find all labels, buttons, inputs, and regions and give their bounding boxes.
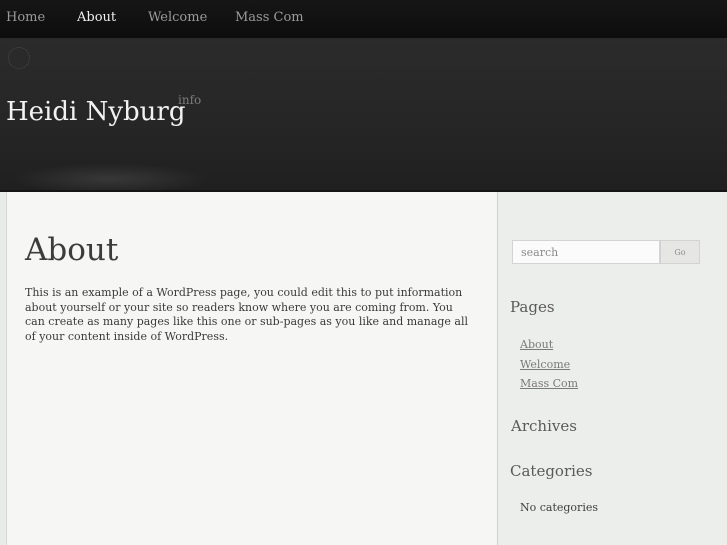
search-go-button[interactable]: Go [660, 240, 700, 264]
nav-item-about[interactable]: About [77, 10, 116, 25]
sidebar-link-mass-com[interactable]: Mass Com [520, 377, 578, 390]
no-categories-text: No categories [520, 501, 598, 514]
nav-item-home[interactable]: Home [6, 10, 45, 25]
nav-item-mass-com[interactable]: Mass Com [235, 10, 304, 25]
site-title[interactable]: Heidi Nyburg [6, 97, 186, 127]
sidebar: Go Pages About Welcome Mass Com Archives… [498, 192, 727, 545]
sidebar-link-about[interactable]: About [520, 338, 553, 351]
nav-item-welcome[interactable]: Welcome [148, 10, 207, 25]
main-content: About This is an example of a WordPress … [6, 192, 499, 545]
site-description: info [178, 93, 202, 107]
search-input[interactable] [512, 240, 660, 264]
top-nav: Home About Welcome Mass Com [0, 0, 727, 39]
categories-widget-title: Categories [510, 462, 593, 480]
archives-widget-title: Archives [511, 417, 577, 435]
sidebar-link-welcome[interactable]: Welcome [520, 358, 570, 371]
site-header: Heidi Nyburg info [0, 39, 727, 192]
page-title: About [25, 232, 119, 268]
header-ornament-icon [8, 47, 30, 69]
page-body-text: This is an example of a WordPress page, … [25, 286, 469, 343]
pages-widget-title: Pages [510, 298, 555, 316]
